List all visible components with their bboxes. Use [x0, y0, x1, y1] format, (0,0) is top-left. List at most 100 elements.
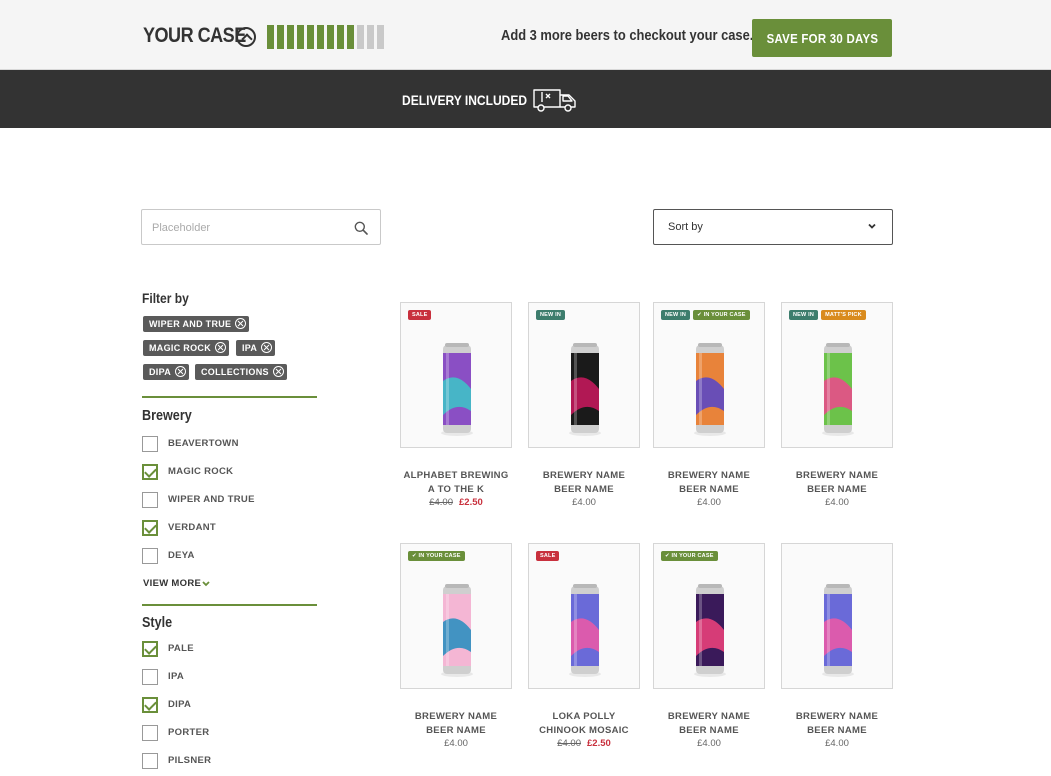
product-price: £4.00 — [771, 738, 903, 749]
checkbox[interactable] — [142, 464, 158, 480]
product-image[interactable] — [781, 543, 893, 689]
delivery-text: DELIVERY INCLUDED — [402, 92, 528, 108]
checkbox[interactable] — [142, 548, 158, 564]
badge-sale: SALE — [408, 310, 432, 320]
checkbox-label: BEAVERTOWN — [168, 438, 239, 449]
remove-filter-icon[interactable] — [272, 366, 284, 377]
filter-chip[interactable]: MAGIC ROCK — [143, 340, 229, 356]
badge-incase: ✔ IN YOUR CASE — [661, 551, 718, 561]
remove-filter-icon[interactable] — [261, 342, 273, 353]
product-brewery: BREWERY NAME — [667, 711, 751, 722]
bottle-icon — [307, 25, 314, 49]
filter-chip[interactable]: IPA — [236, 340, 276, 356]
product-brewery: BREWERY NAME — [542, 470, 626, 481]
bottle-icon — [277, 25, 284, 49]
chevron-down-icon[interactable] — [201, 580, 211, 588]
product-name[interactable]: BREWERY NAME BEER NAME — [771, 469, 903, 497]
product-name[interactable]: BREWERY NAME BEER NAME — [518, 469, 650, 497]
beer-can-image — [441, 343, 473, 436]
product-image[interactable]: NEW IN — [528, 302, 640, 448]
badge-incase: ✔ IN YOUR CASE — [693, 310, 750, 320]
price-now: £2.50 — [587, 738, 611, 749]
product-image[interactable]: SALE — [400, 302, 512, 448]
view-more-link[interactable]: VIEW MORE — [143, 578, 201, 589]
price-value: £4.00 — [825, 738, 849, 749]
product-price: £4.00 — [390, 738, 522, 749]
beer-can-image — [441, 584, 473, 677]
delivery-van-icon — [533, 89, 576, 112]
product-badges: SALE — [536, 551, 560, 561]
product-image[interactable]: NEW IN MATT'S PICK — [781, 302, 893, 448]
checkbox[interactable] — [142, 492, 158, 508]
product-price: £4.00 £2.50 — [390, 497, 522, 508]
search-box — [141, 209, 381, 245]
product-beer: BEER NAME — [807, 484, 867, 495]
beer-can-image — [569, 584, 601, 677]
product-price: £4.00 — [771, 497, 903, 508]
checkbox-label: MAGIC ROCK — [168, 466, 234, 477]
bottle-icon — [377, 25, 384, 49]
search-input[interactable] — [152, 218, 342, 238]
product-name[interactable]: BREWERY NAME BEER NAME — [643, 469, 775, 497]
chevron-up-icon[interactable] — [236, 27, 256, 47]
product-name[interactable]: BREWERY NAME BEER NAME — [390, 710, 522, 738]
product-badges: NEW IN — [536, 310, 566, 320]
remove-filter-icon[interactable] — [175, 366, 187, 377]
checkbox[interactable] — [142, 641, 158, 657]
badge-new: NEW IN — [661, 310, 691, 320]
product-badges: ✔ IN YOUR CASE — [661, 551, 718, 561]
filter-chip-label: IPA — [242, 343, 258, 353]
filter-chip-label: DIPA — [149, 367, 172, 377]
bottle-icon — [297, 25, 304, 49]
checkbox[interactable] — [142, 725, 158, 741]
checkbox[interactable] — [142, 520, 158, 536]
checkbox-label: DEYA — [168, 550, 195, 561]
product-name[interactable]: ALPHABET BREWING A TO THE K — [390, 469, 522, 497]
sort-select[interactable]: Sort by — [653, 209, 893, 245]
checkbox-label: PALE — [168, 643, 194, 654]
remove-filter-icon[interactable] — [235, 318, 247, 329]
filter-chip[interactable]: WIPER AND TRUE — [143, 316, 250, 332]
price-value: £4.00 — [697, 738, 721, 749]
product-image[interactable]: ✔ IN YOUR CASE — [653, 543, 765, 689]
case-message: Add 3 more beers to checkout your case. — [501, 27, 754, 44]
bottle-icon — [357, 25, 364, 49]
bottle-icon — [337, 25, 344, 49]
case-bar: YOUR CASE Add 3 more beers to checkout y… — [0, 0, 1051, 70]
product-brewery: BREWERY NAME — [667, 470, 751, 481]
checkbox[interactable] — [142, 753, 158, 769]
product-image[interactable]: SALE — [528, 543, 640, 689]
price-value: £4.00 — [697, 497, 721, 508]
filter-chip-label: MAGIC ROCK — [149, 343, 211, 353]
save-case-button[interactable]: SAVE FOR 30 DAYS — [752, 19, 892, 57]
checkbox[interactable] — [142, 669, 158, 685]
badge-incase: ✔ IN YOUR CASE — [408, 551, 465, 561]
style-title: Style — [142, 614, 173, 631]
bottle-icon — [317, 25, 324, 49]
delivery-banner: DELIVERY INCLUDED — [0, 70, 1051, 128]
style-divider — [142, 604, 317, 606]
filter-chip[interactable]: COLLECTIONS — [195, 364, 287, 380]
case-progress — [267, 25, 384, 49]
brewery-divider — [142, 396, 317, 398]
badge-new: NEW IN — [789, 310, 819, 320]
remove-filter-icon[interactable] — [215, 342, 226, 353]
badge-new: NEW IN — [536, 310, 566, 320]
search-icon[interactable] — [354, 221, 368, 235]
price-now: £2.50 — [459, 497, 483, 508]
checkbox[interactable] — [142, 697, 158, 713]
product-image[interactable]: ✔ IN YOUR CASE — [400, 543, 512, 689]
brewery-title: Brewery — [142, 407, 192, 424]
filter-chip[interactable]: DIPA — [143, 364, 190, 380]
product-badges: NEW IN MATT'S PICK — [789, 310, 866, 320]
product-name[interactable]: BREWERY NAME BEER NAME — [643, 710, 775, 738]
product-image[interactable]: NEW IN ✔ IN YOUR CASE — [653, 302, 765, 448]
product-price: £4.00 £2.50 — [518, 738, 650, 749]
product-name[interactable]: BREWERY NAME BEER NAME — [771, 710, 903, 738]
price-was: £4.00 — [429, 497, 453, 508]
product-name[interactable]: LOKA POLLY CHINOOK MOSAIC — [518, 710, 650, 738]
price-value: £4.00 — [572, 497, 596, 508]
product-beer: BEER NAME — [807, 725, 867, 736]
product-beer: A TO THE K — [427, 484, 485, 495]
checkbox[interactable] — [142, 436, 158, 452]
